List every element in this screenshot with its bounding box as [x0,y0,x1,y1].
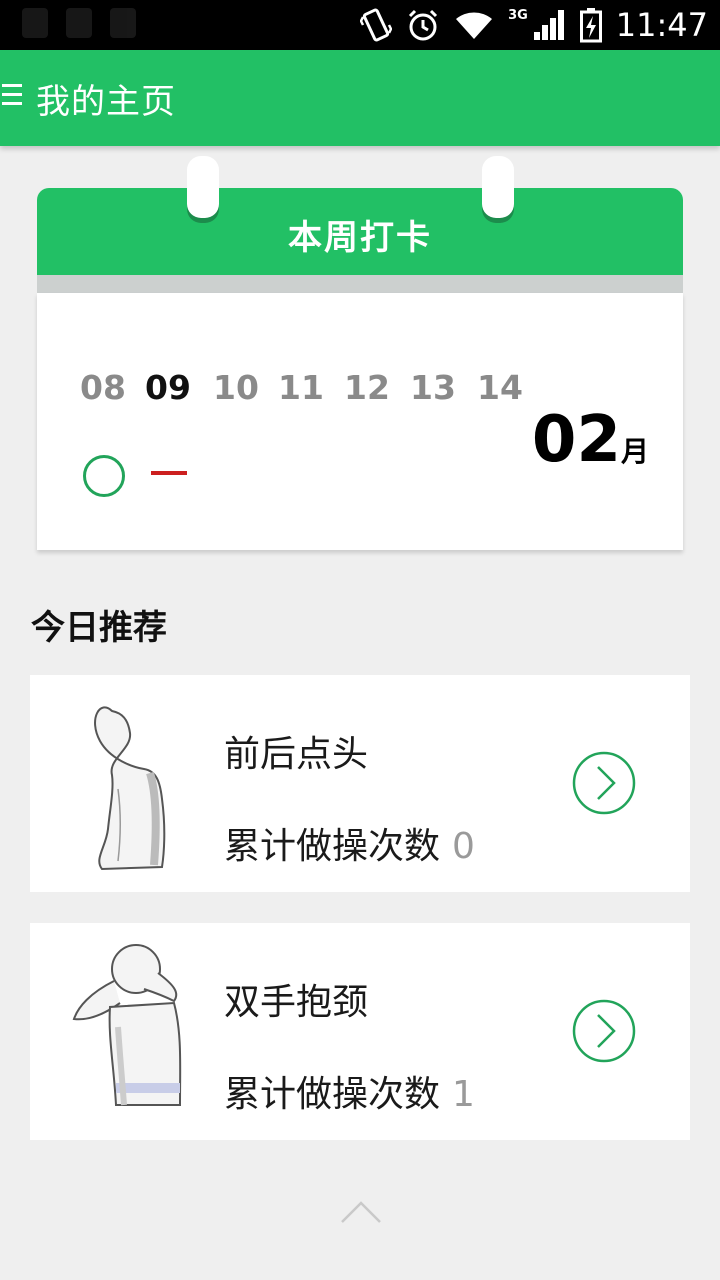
signal-icon [533,10,564,40]
exercise-count: 0 [452,826,475,867]
clock: 11:47 [615,6,708,44]
battery-charging-icon [579,8,602,43]
month-number: 02 [531,403,621,477]
missed-dash-icon [151,471,187,475]
status-bar: 3G 11:47 [0,0,720,50]
day-label: 12 [344,368,390,407]
checked-circle-icon [83,455,125,497]
usb-icon [110,8,136,38]
chevron-up-icon[interactable] [340,1198,382,1226]
day-label-today: 09 [145,368,191,407]
exercise-name: 双手抱颈 [224,982,369,1023]
hands-behind-neck-figure-icon [72,944,182,1106]
page-title: 我的主页 [36,82,176,122]
day-label: 08 [80,368,126,407]
day-label: 10 [213,368,259,407]
exercise-card-nodding[interactable]: 前后点头 累计做操次数 0 [30,675,690,892]
notification-icon [22,8,48,38]
calendar-ring-icon [187,156,219,218]
exercise-name: 前后点头 [224,734,369,775]
exercise-card-neck[interactable]: 双手抱颈 累计做操次数 1 [30,923,690,1140]
alarm-icon [409,9,438,41]
network-type: 3G [508,7,528,23]
day-label: 14 [477,368,523,407]
month-display: 02月 [532,403,649,477]
exercise-stat-label: 累计做操次数 [224,1074,441,1115]
exercise-stat-label: 累计做操次数 [224,826,441,867]
chevron-right-circle-icon[interactable] [572,751,636,815]
menu-icon[interactable] [2,84,22,110]
calendar-divider [37,275,683,293]
month-unit: 月 [620,435,649,468]
exercise-stat: 累计做操次数 0 [224,817,475,869]
weekly-checkin-header: 本周打卡 [37,188,683,275]
section-title: 今日推荐 [31,608,167,648]
weekly-checkin-title: 本周打卡 [288,218,432,258]
exercise-stat: 累计做操次数 1 [224,1065,475,1117]
calendar-ring-icon [482,156,514,218]
exercise-count: 1 [452,1074,475,1115]
chevron-right-circle-icon[interactable] [572,999,636,1063]
app-bar: 我的主页 [0,50,720,146]
day-label: 13 [410,368,456,407]
nodding-figure-icon [94,706,166,871]
notification-icons [22,8,136,38]
shield-icon [66,8,92,38]
vibrate-icon [360,8,393,42]
weekly-checkin-calendar: 08 09 10 11 12 13 14 02月 [37,293,683,550]
day-label: 11 [278,368,324,407]
wifi-icon [456,12,493,39]
